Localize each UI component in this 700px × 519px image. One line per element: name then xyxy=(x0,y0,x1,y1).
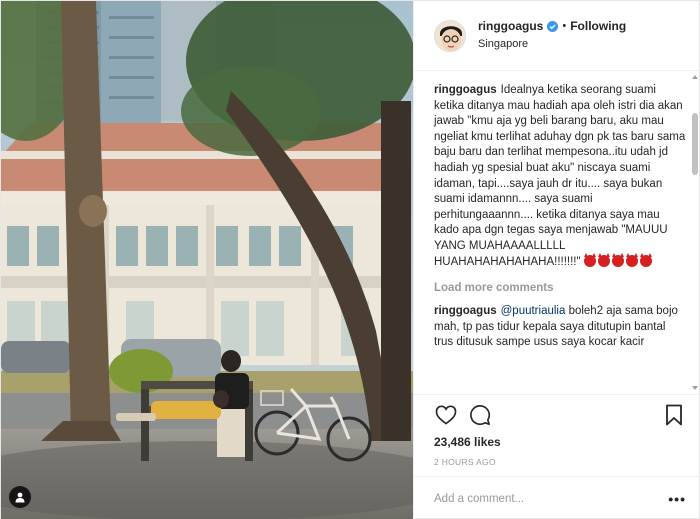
comment-mention[interactable]: @puutriaulia xyxy=(501,305,566,317)
post-username[interactable]: ringgoagus xyxy=(478,19,543,34)
caption-emojis xyxy=(583,252,654,268)
smiling-devil-icon xyxy=(611,252,624,267)
add-comment-bar: ••• xyxy=(414,476,700,519)
avatar[interactable] xyxy=(434,19,466,52)
location-link[interactable]: Singapore xyxy=(478,37,626,52)
post-timestamp[interactable]: 2 HOURS AGO xyxy=(434,457,686,467)
comments-scrollbar[interactable] xyxy=(691,73,699,392)
comment-username[interactable]: ringgoagus xyxy=(434,305,497,317)
heart-icon[interactable] xyxy=(434,403,458,427)
scrollbar-thumb[interactable] xyxy=(692,113,698,175)
post-photo[interactable] xyxy=(1,1,413,519)
separator-dot: • xyxy=(562,20,567,32)
instagram-post: ringgoagus • Following Singapore ringgoa… xyxy=(0,0,700,519)
bookmark-icon[interactable] xyxy=(662,403,686,427)
more-options-button[interactable]: ••• xyxy=(668,491,686,507)
caption: ringgoagus Idealnya ketika seorang suami … xyxy=(434,83,686,270)
comments-section[interactable]: ringgoagus Idealnya ketika seorang suami … xyxy=(414,71,700,394)
add-comment-input[interactable] xyxy=(434,492,669,505)
tagged-users-icon[interactable] xyxy=(9,486,31,508)
verified-badge-icon xyxy=(547,21,559,32)
comment-icon[interactable] xyxy=(468,403,492,427)
comment-item: ringgoagus @puutriaulia boleh2 aja sama b… xyxy=(434,304,686,351)
smiling-devil-icon xyxy=(597,252,610,267)
smiling-devil-icon xyxy=(639,252,652,267)
post-header: ringgoagus • Following Singapore xyxy=(414,1,700,71)
smiling-devil-icon xyxy=(625,252,638,267)
caption-username[interactable]: ringgoagus xyxy=(434,84,497,96)
post-side-panel: ringgoagus • Following Singapore ringgoa… xyxy=(413,1,700,519)
scroll-up-arrow-icon[interactable] xyxy=(692,75,698,79)
following-button[interactable]: Following xyxy=(570,19,626,34)
scroll-down-arrow-icon[interactable] xyxy=(692,386,698,390)
post-image xyxy=(1,1,413,519)
caption-text: Idealnya ketika seorang suami ketika dit… xyxy=(434,84,686,268)
like-count[interactable]: 23,486 likes xyxy=(434,435,686,449)
post-actions: 23,486 likes 2 HOURS AGO xyxy=(414,394,700,476)
smiling-devil-icon xyxy=(583,252,596,267)
load-more-comments-button[interactable]: Load more comments xyxy=(434,282,686,294)
